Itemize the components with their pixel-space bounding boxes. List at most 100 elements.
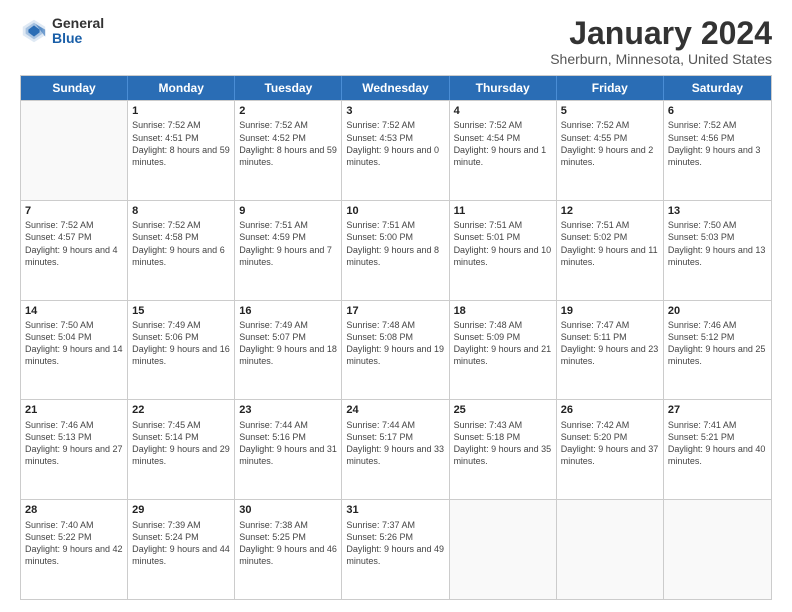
cell-day-number: 17 [346,304,444,318]
cell-day-number: 10 [346,204,444,218]
cell-day-number: 18 [454,304,552,318]
cell-info: Sunrise: 7:44 AM Sunset: 5:16 PM Dayligh… [239,419,337,468]
calendar-cell: 25 Sunrise: 7:43 AM Sunset: 5:18 PM Dayli… [450,400,557,499]
calendar: SundayMondayTuesdayWednesdayThursdayFrid… [20,75,772,600]
calendar-week-1: 1Sunrise: 7:52 AM Sunset: 4:51 PM Daylig… [21,100,771,200]
calendar-cell: 16Sunrise: 7:49 AM Sunset: 5:07 PM Dayli… [235,301,342,400]
cell-info: Sunrise: 7:50 AM Sunset: 5:03 PM Dayligh… [668,219,767,268]
cell-day-number: 6 [668,104,767,118]
cell-day-number: 23 [239,403,337,417]
cell-info: Sunrise: 7:48 AM Sunset: 5:08 PM Dayligh… [346,319,444,368]
calendar-week-4: 21Sunrise: 7:46 AM Sunset: 5:13 PM Dayli… [21,399,771,499]
cell-day-number: 5 [561,104,659,118]
cell-info: Sunrise: 7:41 AM Sunset: 5:21 PM Dayligh… [668,419,767,468]
cell-info: Sunrise: 7:46 AM Sunset: 5:12 PM Dayligh… [668,319,767,368]
cell-info: Sunrise: 7:37 AM Sunset: 5:26 PM Dayligh… [346,519,444,568]
calendar-week-3: 14Sunrise: 7:50 AM Sunset: 5:04 PM Dayli… [21,300,771,400]
calendar-cell [557,500,664,599]
cell-day-number: 12 [561,204,659,218]
cell-day-number: 31 [346,503,444,517]
cell-day-number: 21 [25,403,123,417]
cell-day-number: 7 [25,204,123,218]
cell-day-number: 11 [454,204,552,218]
calendar-cell: 22 Sunrise: 7:45 AM Sunset: 5:14 PM Dayli… [128,400,235,499]
cell-info: Sunrise: 7:51 AM Sunset: 4:59 PM Dayligh… [239,219,337,268]
cell-day-number: 28 [25,503,123,517]
calendar-header-row: SundayMondayTuesdayWednesdayThursdayFrid… [21,76,771,100]
logo-text: General Blue [52,16,104,47]
logo: General Blue [20,16,104,47]
cell-info: Sunrise: 7:52 AM Sunset: 4:51 PM Dayligh… [132,119,230,168]
cell-day-number: 22 [132,403,230,417]
calendar-cell: 1Sunrise: 7:52 AM Sunset: 4:51 PM Daylig… [128,101,235,200]
page: General Blue January 2024 Sherburn, Minn… [0,0,792,612]
cell-info: Sunrise: 7:43 AM Sunset: 5:18 PM Dayligh… [454,419,552,468]
calendar-cell: 20Sunrise: 7:46 AM Sunset: 5:12 PM Dayli… [664,301,771,400]
cell-info: Sunrise: 7:47 AM Sunset: 5:11 PM Dayligh… [561,319,659,368]
calendar-cell: 17Sunrise: 7:48 AM Sunset: 5:08 PM Dayli… [342,301,449,400]
calendar-cell: 13Sunrise: 7:50 AM Sunset: 5:03 PM Dayli… [664,201,771,300]
cell-info: Sunrise: 7:51 AM Sunset: 5:01 PM Dayligh… [454,219,552,268]
calendar-cell: 8Sunrise: 7:52 AM Sunset: 4:58 PM Daylig… [128,201,235,300]
calendar-cell: 24 Sunrise: 7:44 AM Sunset: 5:17 PM Dayli… [342,400,449,499]
cell-info: Sunrise: 7:51 AM Sunset: 5:02 PM Dayligh… [561,219,659,268]
cell-day-number: 15 [132,304,230,318]
calendar-cell [664,500,771,599]
cell-day-number: 1 [132,104,230,118]
calendar-cell: 9Sunrise: 7:51 AM Sunset: 4:59 PM Daylig… [235,201,342,300]
cell-day-number: 26 [561,403,659,417]
calendar-cell: 10Sunrise: 7:51 AM Sunset: 5:00 PM Dayli… [342,201,449,300]
cell-info: Sunrise: 7:48 AM Sunset: 5:09 PM Dayligh… [454,319,552,368]
cell-info: Sunrise: 7:52 AM Sunset: 4:56 PM Dayligh… [668,119,767,168]
cell-info: Sunrise: 7:40 AM Sunset: 5:22 PM Dayligh… [25,519,123,568]
cell-info: Sunrise: 7:44 AM Sunset: 5:17 PM Dayligh… [346,419,444,468]
cell-day-number: 24 [346,403,444,417]
cell-day-number: 30 [239,503,337,517]
cell-day-number: 2 [239,104,337,118]
calendar-cell: 18Sunrise: 7:48 AM Sunset: 5:09 PM Dayli… [450,301,557,400]
calendar-cell: 6Sunrise: 7:52 AM Sunset: 4:56 PM Daylig… [664,101,771,200]
cell-day-number: 20 [668,304,767,318]
cell-day-number: 13 [668,204,767,218]
calendar-cell: 5Sunrise: 7:52 AM Sunset: 4:55 PM Daylig… [557,101,664,200]
cell-info: Sunrise: 7:52 AM Sunset: 4:57 PM Dayligh… [25,219,123,268]
cell-info: Sunrise: 7:39 AM Sunset: 5:24 PM Dayligh… [132,519,230,568]
cell-info: Sunrise: 7:51 AM Sunset: 5:00 PM Dayligh… [346,219,444,268]
cell-day-number: 27 [668,403,767,417]
calendar-header-monday: Monday [128,76,235,100]
cell-info: Sunrise: 7:45 AM Sunset: 5:14 PM Dayligh… [132,419,230,468]
cell-info: Sunrise: 7:52 AM Sunset: 4:52 PM Dayligh… [239,119,337,168]
calendar-cell: 23 Sunrise: 7:44 AM Sunset: 5:16 PM Dayli… [235,400,342,499]
cell-info: Sunrise: 7:49 AM Sunset: 5:06 PM Dayligh… [132,319,230,368]
cell-info: Sunrise: 7:52 AM Sunset: 4:54 PM Dayligh… [454,119,552,168]
cell-day-number: 25 [454,403,552,417]
cell-info: Sunrise: 7:50 AM Sunset: 5:04 PM Dayligh… [25,319,123,368]
cell-day-number: 9 [239,204,337,218]
calendar-week-5: 28 Sunrise: 7:40 AM Sunset: 5:22 PM Dayli… [21,499,771,599]
title-block: January 2024 Sherburn, Minnesota, United… [550,16,772,67]
calendar-cell: 26Sunrise: 7:42 AM Sunset: 5:20 PM Dayli… [557,400,664,499]
cell-day-number: 19 [561,304,659,318]
cell-info: Sunrise: 7:49 AM Sunset: 5:07 PM Dayligh… [239,319,337,368]
calendar-cell: 31 Sunrise: 7:37 AM Sunset: 5:26 PM Dayli… [342,500,449,599]
logo-icon [20,17,48,45]
cell-info: Sunrise: 7:52 AM Sunset: 4:55 PM Dayligh… [561,119,659,168]
calendar-cell: 7Sunrise: 7:52 AM Sunset: 4:57 PM Daylig… [21,201,128,300]
calendar-header-friday: Friday [557,76,664,100]
calendar-header-wednesday: Wednesday [342,76,449,100]
calendar-cell: 11Sunrise: 7:51 AM Sunset: 5:01 PM Dayli… [450,201,557,300]
calendar-cell: 12Sunrise: 7:51 AM Sunset: 5:02 PM Dayli… [557,201,664,300]
calendar-cell: 3Sunrise: 7:52 AM Sunset: 4:53 PM Daylig… [342,101,449,200]
calendar-header-thursday: Thursday [450,76,557,100]
cell-day-number: 16 [239,304,337,318]
main-title: January 2024 [550,16,772,51]
calendar-cell: 28 Sunrise: 7:40 AM Sunset: 5:22 PM Dayli… [21,500,128,599]
calendar-cell: 30 Sunrise: 7:38 AM Sunset: 5:25 PM Dayli… [235,500,342,599]
calendar-cell: 29Sunrise: 7:39 AM Sunset: 5:24 PM Dayli… [128,500,235,599]
cell-info: Sunrise: 7:38 AM Sunset: 5:25 PM Dayligh… [239,519,337,568]
calendar-body: 1Sunrise: 7:52 AM Sunset: 4:51 PM Daylig… [21,100,771,599]
calendar-header-sunday: Sunday [21,76,128,100]
calendar-header-tuesday: Tuesday [235,76,342,100]
calendar-cell: 4Sunrise: 7:52 AM Sunset: 4:54 PM Daylig… [450,101,557,200]
cell-info: Sunrise: 7:52 AM Sunset: 4:58 PM Dayligh… [132,219,230,268]
